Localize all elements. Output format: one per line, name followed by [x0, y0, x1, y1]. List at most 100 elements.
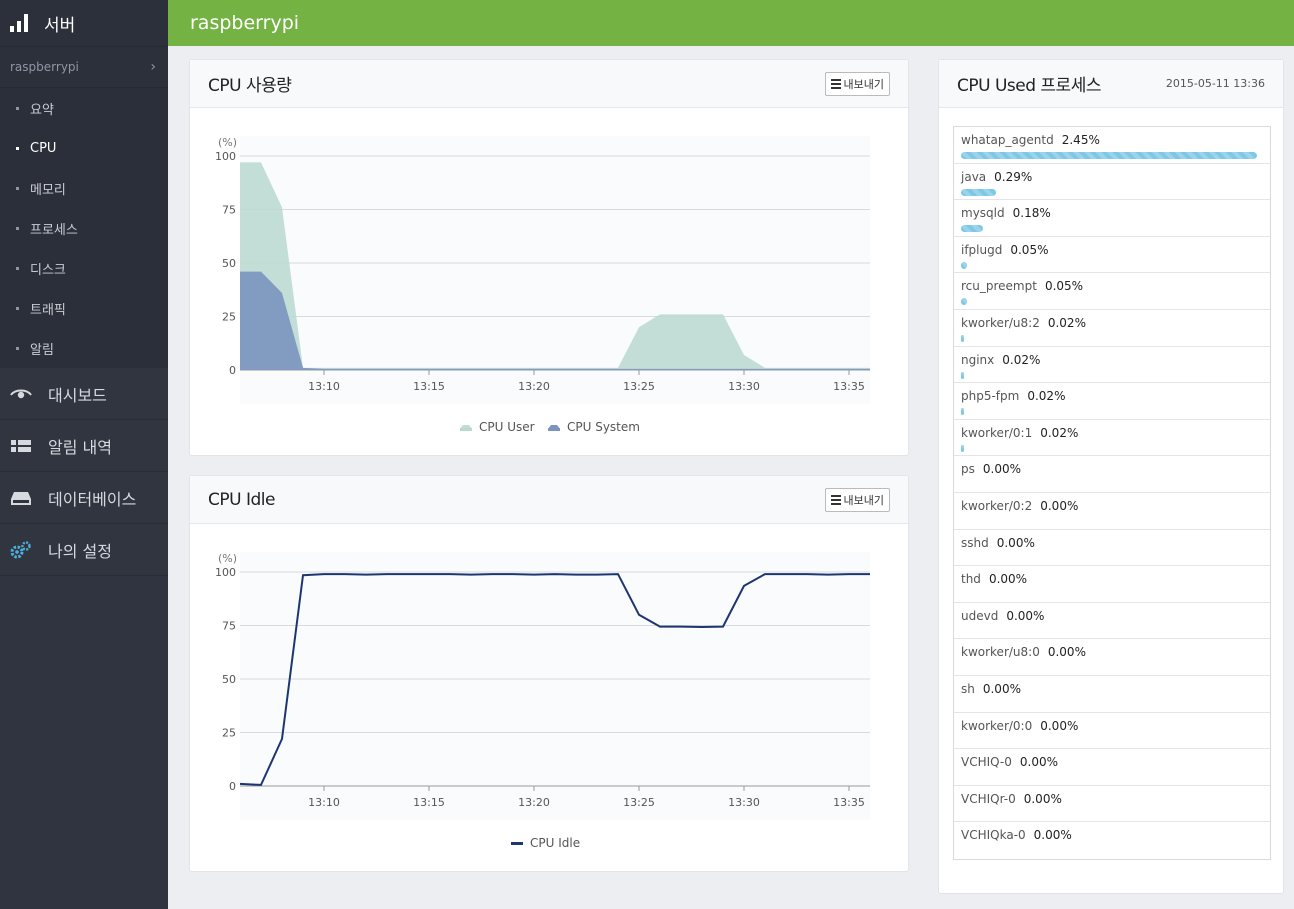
legend-swatch [511, 842, 523, 845]
sidebar-subitem[interactable]: 디스크 [0, 248, 168, 288]
process-row[interactable]: kworker/0:2 0.00% [954, 493, 1270, 530]
process-row[interactable]: sh 0.00% [954, 676, 1270, 713]
x-tick-label: 13:35 [833, 380, 865, 393]
process-list: whatap_agentd 2.45% java 0.29% mysqld 0.18% if… [953, 126, 1271, 860]
cpu-usage-chart: (%) 0 25 50 75 100 13:10 13:15 13:20 13:25 13:30 13… [215, 136, 870, 434]
process-usage-bar [961, 334, 964, 342]
process-name: nginx [961, 352, 995, 367]
sidebar-subitem-label: 프로세스 [30, 222, 78, 238]
cpu-idle-header: CPU Idle 내보내기 [190, 476, 908, 524]
process-row[interactable]: whatap_agentd 2.45% [954, 127, 1270, 164]
process-row[interactable]: kworker/0:1 0.02% [954, 420, 1270, 457]
list-icon [10, 438, 32, 454]
process-row[interactable]: ps 0.00% [954, 456, 1270, 493]
process-name: rcu_preempt [961, 279, 1037, 294]
legend-item[interactable]: CPU User [460, 420, 535, 434]
x-tick-label: 13:15 [413, 796, 445, 809]
bullet-icon [16, 146, 19, 150]
process-usage-bar [961, 152, 1257, 159]
process-value: 0.00% [1047, 645, 1086, 660]
sidebar-subitem-label: CPU [30, 140, 57, 156]
cpu-idle-title: CPU Idle [208, 489, 275, 510]
process-row[interactable]: mysqld 0.18% [954, 200, 1270, 237]
process-panel: CPU Used 프로세스 2015-05-11 13:36 whatap_ag… [938, 59, 1284, 894]
bullet-icon [16, 186, 19, 190]
process-usage-bar [961, 444, 964, 452]
y-tick-label: 75 [222, 204, 236, 217]
process-row[interactable]: sshd 0.00% [954, 530, 1270, 567]
cpu-idle-export-button[interactable]: 내보내기 [824, 487, 890, 512]
sidebar-subitem[interactable]: 요약 [0, 88, 168, 128]
process-value: 0.02% [1002, 352, 1041, 367]
sidebar-subitem[interactable]: 트래픽 [0, 288, 168, 328]
process-row[interactable]: VCHIQka-0 0.00% [954, 822, 1270, 859]
y-axis-label: (%) [218, 552, 237, 565]
sidebar-item-dashboard[interactable]: 대시보드 [0, 368, 168, 420]
process-name: kworker/0:1 [961, 425, 1033, 440]
legend-swatch-base [548, 428, 560, 431]
process-row[interactable]: udevd 0.00% [954, 603, 1270, 640]
process-value: 0.05% [1044, 279, 1084, 294]
page-title: raspberrypi [190, 12, 300, 34]
process-row[interactable]: java 0.29% [954, 164, 1270, 201]
sidebar-main-menu: 대시보드 알림 내역 데이터베이스 나의 설정 [0, 368, 168, 576]
process-value: 0.02% [1027, 389, 1066, 404]
legend-swatch-base [460, 428, 472, 431]
process-name: VCHIQr-0 [961, 791, 1016, 806]
sidebar-item-label: 나의 설정 [48, 541, 112, 561]
sidebar-item-label: 데이터베이스 [48, 489, 137, 509]
bullet-icon [16, 306, 19, 310]
cpu-usage-panel: CPU 사용량 내보내기 (%) 0 25 50 75 100 13:10 13:15 13:2… [189, 59, 909, 456]
legend-label: CPU User [479, 420, 535, 434]
process-value: 0.00% [988, 572, 1028, 587]
y-tick-label: 0 [229, 364, 236, 377]
sidebar-item-database[interactable]: 데이터베이스 [0, 472, 168, 524]
process-name: kworker/u8:2 [961, 315, 1040, 330]
process-row[interactable]: kworker/u8:2 0.02% [954, 310, 1270, 347]
process-name: php5-fpm [961, 389, 1020, 404]
sidebar-header[interactable]: 서버 [0, 0, 168, 47]
process-name: whatap_agentd [961, 133, 1054, 147]
y-tick-label: 100 [215, 150, 236, 163]
sidebar-subitem[interactable]: 알림 [0, 328, 168, 368]
process-name: kworker/0:0 [961, 718, 1033, 733]
process-row[interactable]: VCHIQr-0 0.00% [954, 786, 1270, 823]
process-title: CPU Used 프로세스 [957, 76, 1101, 96]
legend-item[interactable]: CPU Idle [511, 836, 580, 850]
x-tick-label: 13:20 [518, 796, 550, 809]
process-row[interactable]: nginx 0.02% [954, 347, 1270, 384]
process-row[interactable]: php5-fpm 0.02% [954, 383, 1270, 420]
process-timestamp: 2015-05-11 13:36 [1165, 77, 1265, 90]
export-label: 내보내기 [843, 77, 884, 91]
process-name: kworker/0:2 [961, 498, 1033, 513]
host-selector[interactable]: raspberrypi › [0, 47, 168, 88]
sidebar-subitem[interactable]: 프로세스 [0, 208, 168, 248]
process-row[interactable]: kworker/0:0 0.00% [954, 713, 1270, 750]
process-row[interactable]: thd 0.00% [954, 566, 1270, 603]
x-tick-label: 13:30 [728, 380, 760, 393]
process-header: CPU Used 프로세스 2015-05-11 13:36 [939, 60, 1283, 108]
x-tick-label: 13:25 [623, 380, 655, 393]
process-row[interactable]: VCHIQ-0 0.00% [954, 749, 1270, 786]
process-value: 0.29% [994, 169, 1033, 184]
sidebar-item-my-settings[interactable]: 나의 설정 [0, 524, 168, 576]
sidebar: 서버 raspberrypi › 요약 CPU 메모리프로세스디스크 트래픽 알림 대시… [0, 0, 168, 909]
legend-item[interactable]: CPU System [548, 420, 640, 434]
process-row[interactable]: rcu_preempt 0.05% [954, 273, 1270, 310]
sidebar-item-label: 알림 내역 [48, 437, 112, 457]
cpu-usage-export-button[interactable]: 내보내기 [824, 71, 890, 96]
process-name: VCHIQ-0 [961, 755, 1012, 770]
sidebar-item-alert-history[interactable]: 알림 내역 [0, 420, 168, 472]
process-row[interactable]: kworker/u8:0 0.00% [954, 639, 1270, 676]
database-icon [10, 490, 32, 506]
sidebar-subitem[interactable]: CPU [0, 128, 168, 168]
cpu-idle-chart: (%) 0 25 50 75 100 13:10 13:15 13:20 13:25 13:30 13… [215, 552, 870, 850]
sidebar-subitem[interactable]: 메모리 [0, 168, 168, 208]
sidebar-subitem-label: 메모리 [30, 182, 66, 198]
x-tick-label: 13:20 [518, 380, 550, 393]
process-row[interactable]: ifplugd 0.05% [954, 237, 1270, 274]
top-bar: raspberrypi [168, 0, 1294, 46]
process-name: mysqld [961, 206, 1005, 221]
process-name: udevd [961, 608, 999, 623]
x-tick-label: 13:10 [308, 796, 340, 809]
